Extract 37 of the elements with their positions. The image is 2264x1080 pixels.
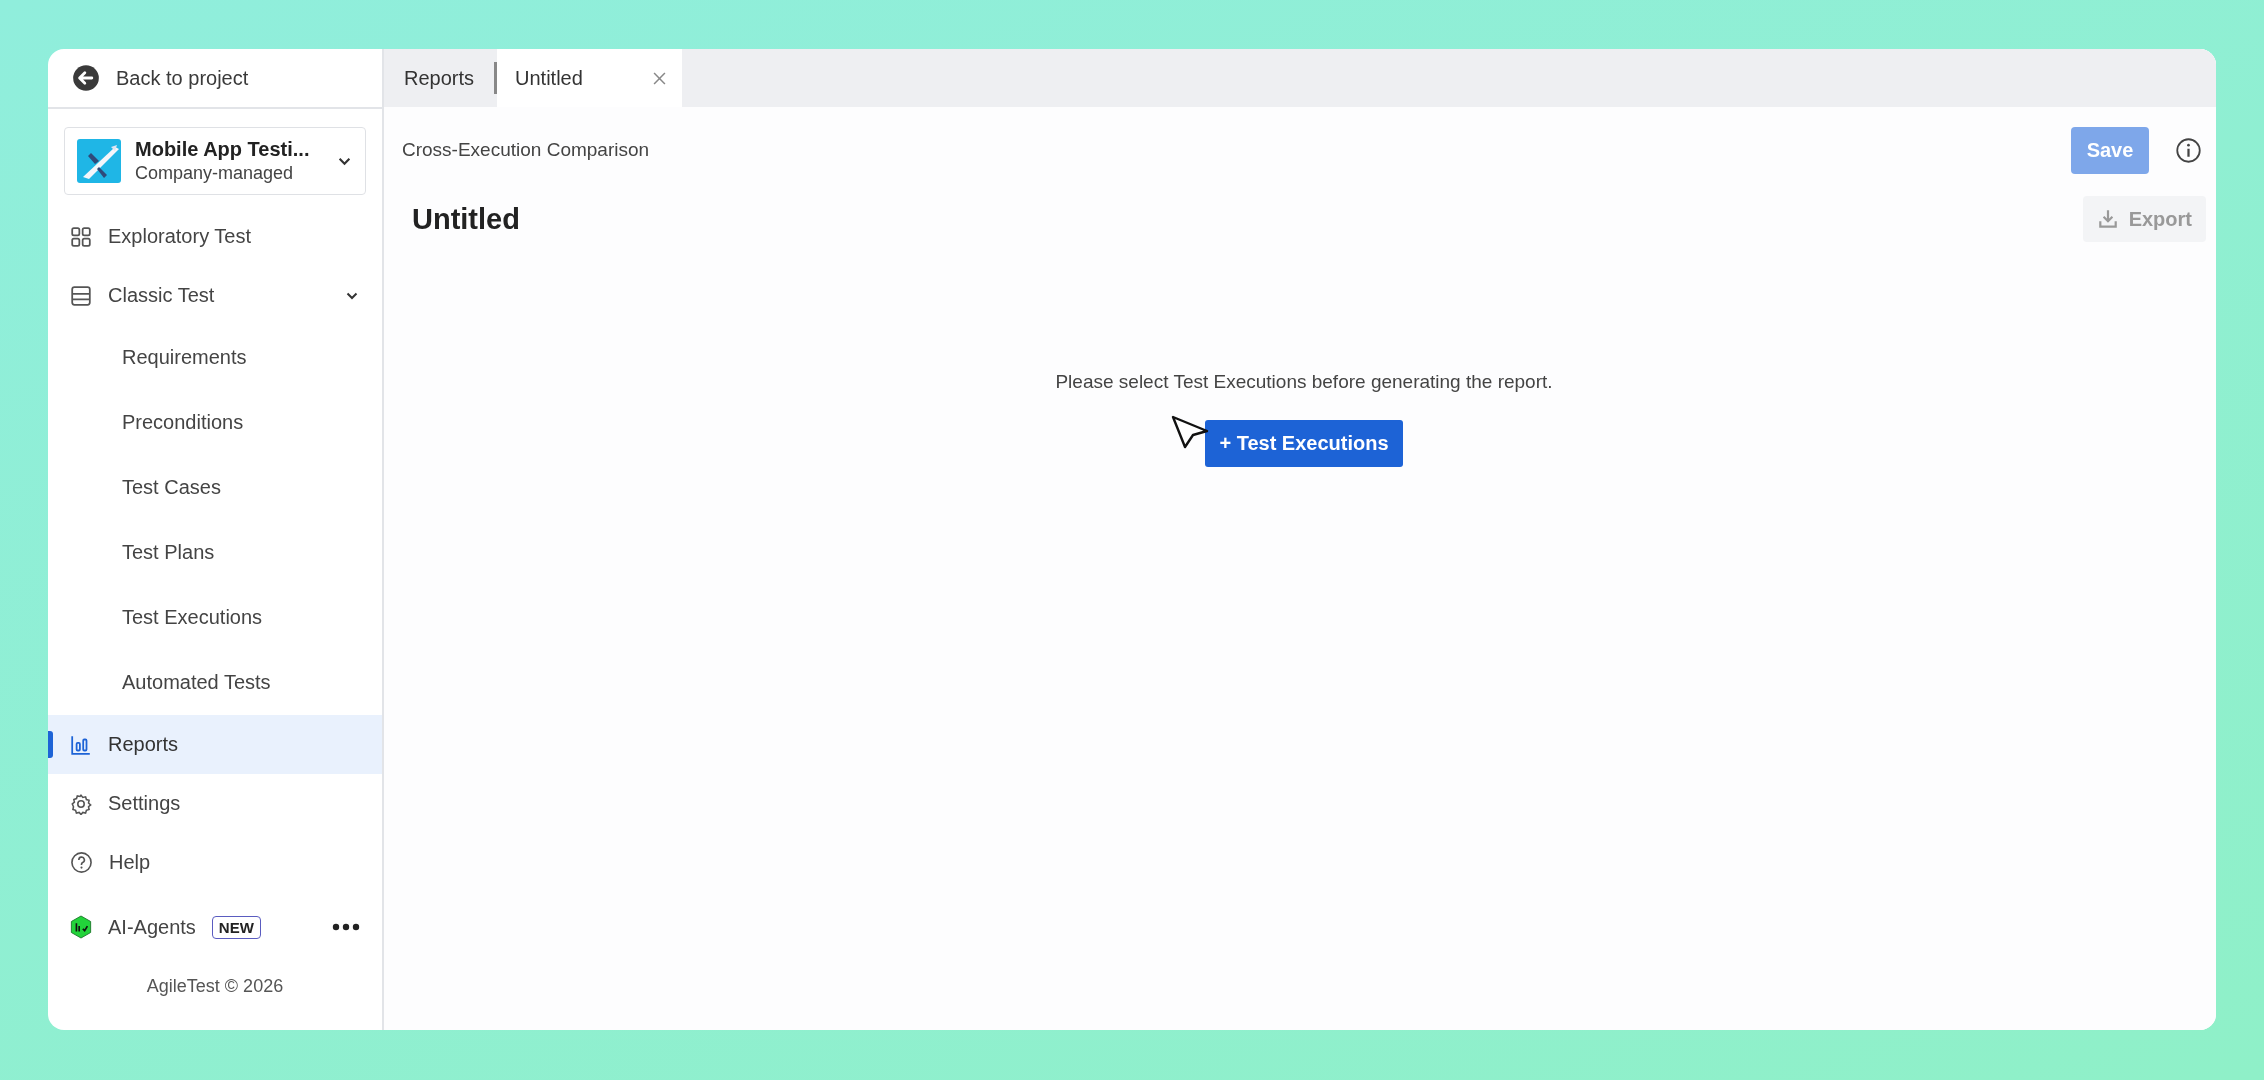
chevron-down-icon <box>338 156 351 166</box>
nav-label[interactable]: AI-Agents <box>108 915 196 939</box>
more-icon[interactable] <box>332 923 360 931</box>
nav-subitem[interactable]: Requirements <box>48 325 382 390</box>
back-link[interactable]: Back to project <box>48 49 382 109</box>
nav-item[interactable]: Exploratory Test <box>48 207 382 266</box>
nav-item[interactable]: Settings <box>48 774 382 833</box>
project-name: Mobile App Testi... <box>135 138 311 161</box>
report-title: Untitled <box>412 202 520 236</box>
empty-state-message: Please select Test Executions before generating the report. <box>1055 371 1553 393</box>
download-icon <box>2096 208 2119 230</box>
nav-item[interactable]: Classic Test <box>48 266 382 325</box>
project-type: Company-managed <box>135 163 295 184</box>
nav-subitem[interactable]: Test Plans <box>48 520 382 585</box>
tab[interactable]: Untitled <box>497 49 682 107</box>
table-icon <box>70 284 92 307</box>
grid-icon <box>70 225 92 248</box>
nav-subitem[interactable]: Test Executions <box>48 585 382 650</box>
nav-subitem[interactable]: Preconditions <box>48 390 382 455</box>
nav-subitem[interactable]: Automated Tests <box>48 650 382 715</box>
airplane-icon <box>77 139 121 183</box>
nav-subitem[interactable]: Test Cases <box>48 455 382 520</box>
cursor-icon <box>1171 415 1211 449</box>
info-icon[interactable] <box>2175 136 2202 164</box>
tab[interactable]: Reports <box>384 49 495 107</box>
bar-chart-icon <box>70 733 92 756</box>
hexagon-logo-icon <box>70 915 92 939</box>
settings-icon <box>70 792 92 815</box>
new-badge: NEW <box>211 915 261 939</box>
add-test-executions-button[interactable]: + Test Executions <box>1205 420 1403 467</box>
help-icon <box>70 851 93 874</box>
nav-item[interactable]: Help <box>48 833 382 892</box>
nav-item[interactable]: Reports <box>48 715 382 774</box>
copyright-text: AgileTest © 2026 <box>145 976 285 997</box>
project-selector[interactable]: Mobile App Testi... Company-managed <box>64 127 366 195</box>
close-icon[interactable] <box>652 71 666 85</box>
report-type-label: Cross-Execution Comparison <box>402 139 650 161</box>
